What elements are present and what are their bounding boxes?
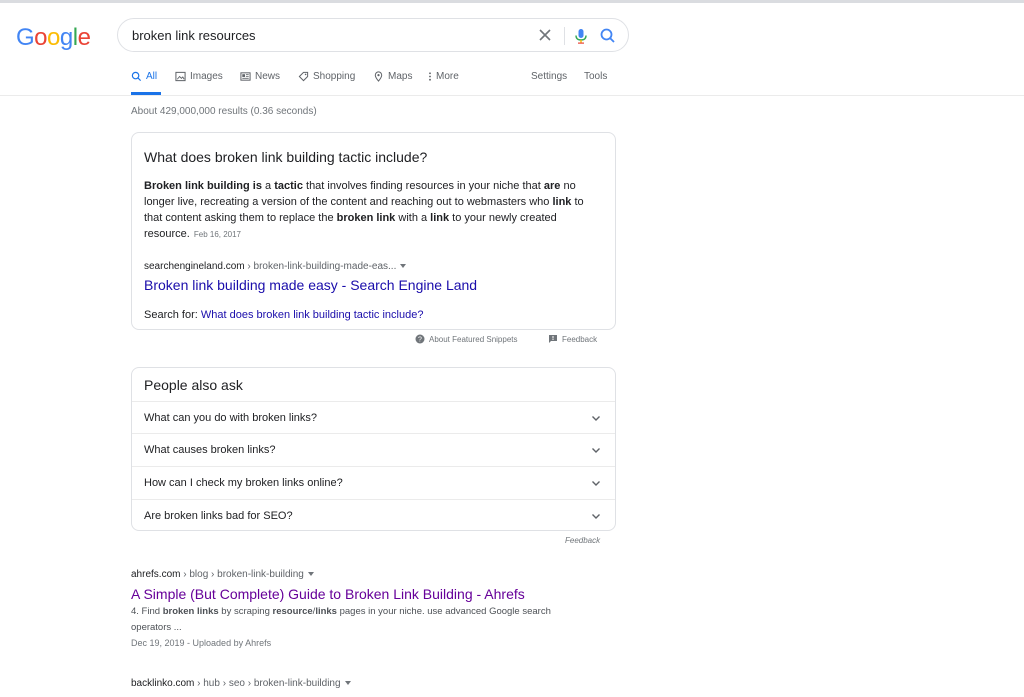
result-crumbs: › blog › broken-link-building bbox=[180, 569, 304, 580]
paa-question[interactable]: What can you do with broken links? bbox=[132, 401, 615, 434]
tab-label: Maps bbox=[388, 71, 413, 82]
result-site: ahrefs.com bbox=[131, 569, 181, 580]
svg-text:?: ? bbox=[418, 337, 422, 344]
paa-question[interactable]: What causes broken links? bbox=[132, 433, 615, 466]
google-logo[interactable]: Google bbox=[16, 24, 91, 52]
tab-label: Shopping bbox=[313, 71, 356, 82]
search-for-label: Search for: bbox=[144, 309, 198, 321]
close-icon[interactable] bbox=[536, 26, 554, 44]
chevron-down-icon bbox=[592, 448, 600, 453]
tab-images[interactable]: Images bbox=[175, 71, 223, 82]
result-meta: Dec 19, 2019 - Uploaded by Ahrefs bbox=[131, 638, 272, 648]
chevron-down-icon bbox=[592, 514, 600, 519]
result-crumbs: › hub › seo › broken-link-building bbox=[194, 678, 341, 689]
paa-question[interactable]: How can I check my broken links online? bbox=[132, 466, 615, 499]
tabs-divider bbox=[0, 95, 1024, 96]
search-box[interactable]: broken link resources bbox=[117, 18, 629, 52]
search-icon bbox=[131, 71, 142, 82]
paa-question-text: How can I check my broken links online? bbox=[144, 477, 343, 489]
tab-label: News bbox=[255, 71, 281, 82]
paa-question-text: What can you do with broken links? bbox=[144, 412, 318, 424]
chevron-down-icon bbox=[592, 481, 600, 486]
search-result: ahrefs.com › blog › broken-link-building… bbox=[131, 569, 591, 648]
tab-label: All bbox=[146, 71, 158, 82]
feedback-label: Feedback bbox=[562, 334, 598, 344]
tab-label: Tools bbox=[584, 71, 608, 82]
snippet-site: searchengineland.com bbox=[144, 261, 245, 272]
search-for-link[interactable]: What does broken link building tactic in… bbox=[201, 309, 424, 321]
result-url[interactable]: backlinko.com › hub › seo › broken-link-… bbox=[131, 678, 351, 689]
paa-feedback[interactable]: Feedback bbox=[565, 536, 600, 545]
snippet-body: Broken link building is a tactic that in… bbox=[144, 180, 584, 240]
snippet-title-link[interactable]: Broken link building made easy - Search … bbox=[144, 277, 477, 293]
paa-question-text: What causes broken links? bbox=[144, 444, 276, 456]
snippet-search-for: Search for: What does broken link buildi… bbox=[144, 309, 423, 321]
snippet-crumbs: › broken-link-building-made-eas... bbox=[244, 261, 397, 272]
snippet-url[interactable]: searchengineland.com › broken-link-build… bbox=[144, 261, 407, 272]
tab-label: Settings bbox=[531, 71, 568, 82]
snippet-question: What does broken link building tactic in… bbox=[144, 149, 428, 165]
search-input[interactable]: broken link resources bbox=[132, 28, 256, 43]
snippet-date: Feb 16, 2017 bbox=[193, 230, 242, 239]
result-site: backlinko.com bbox=[131, 678, 195, 689]
chevron-down-icon bbox=[592, 416, 600, 421]
result-snippet: 4. Find broken links by scraping resourc… bbox=[131, 606, 551, 633]
tab-shopping[interactable]: Shopping bbox=[298, 71, 355, 82]
image-icon bbox=[175, 71, 186, 82]
paa-title: People also ask bbox=[144, 377, 243, 393]
search-icon[interactable] bbox=[598, 26, 618, 46]
tab-maps[interactable]: Maps bbox=[373, 71, 412, 82]
feedback-icon bbox=[549, 335, 557, 343]
search-result: backlinko.com › hub › seo › broken-link-… bbox=[131, 678, 351, 689]
tab-settings[interactable]: Settings bbox=[531, 71, 567, 82]
top-divider bbox=[0, 0, 1024, 3]
tab-label: Images bbox=[190, 71, 223, 82]
tab-tools[interactable]: Tools bbox=[584, 71, 607, 82]
result-url[interactable]: ahrefs.com › blog › broken-link-building bbox=[131, 569, 591, 580]
dropdown-arrow-icon[interactable] bbox=[344, 681, 351, 686]
tag-icon bbox=[298, 71, 309, 82]
tab-label: More bbox=[436, 71, 459, 82]
people-also-ask: People also ask What can you do with bro… bbox=[131, 367, 616, 531]
microphone-icon[interactable] bbox=[572, 27, 590, 45]
result-stats: About 429,000,000 results (0.36 seconds) bbox=[131, 106, 317, 117]
featured-snippet: What does broken link building tactic in… bbox=[131, 132, 616, 330]
paa-question-text: Are broken links bad for SEO? bbox=[144, 510, 293, 522]
help-icon: ? bbox=[415, 334, 425, 344]
more-vert-icon bbox=[429, 72, 431, 81]
tab-all[interactable]: All bbox=[131, 71, 157, 82]
dropdown-arrow-icon[interactable] bbox=[307, 572, 314, 577]
search-divider bbox=[564, 27, 565, 45]
paa-question[interactable]: Are broken links bad for SEO? bbox=[132, 499, 615, 532]
news-icon bbox=[240, 72, 251, 81]
about-featured-snippets[interactable]: ? About Featured Snippets bbox=[415, 334, 518, 344]
tab-news[interactable]: News bbox=[240, 71, 280, 82]
about-label: About Featured Snippets bbox=[429, 334, 518, 344]
result-title-link[interactable]: A Simple (But Complete) Guide to Broken … bbox=[131, 586, 591, 602]
dropdown-arrow-icon[interactable] bbox=[400, 264, 407, 269]
map-pin-icon bbox=[374, 71, 383, 82]
snippet-feedback[interactable]: Feedback bbox=[548, 334, 597, 344]
tab-more[interactable]: More bbox=[428, 71, 459, 82]
